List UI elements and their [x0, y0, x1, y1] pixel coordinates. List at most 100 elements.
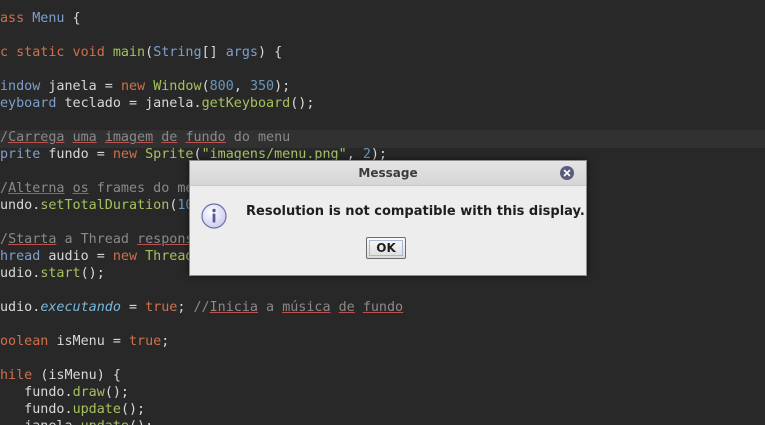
code-line: eyboard teclado = janela.getKeyboard();	[0, 95, 314, 112]
code-token: /	[0, 181, 9, 196]
code-token: ass	[0, 11, 33, 26]
code-token: fundo =	[48, 147, 113, 162]
code-token: getKeyboard	[201, 96, 291, 111]
code-token: fundo.	[0, 402, 73, 417]
code-token: ,	[233, 79, 250, 94]
code-token: hread	[0, 249, 49, 264]
code-token: args	[225, 45, 258, 60]
code-token: do menu	[225, 130, 291, 145]
code-token: new	[112, 147, 146, 162]
code-token: {	[64, 11, 81, 26]
code-token: indow	[0, 79, 49, 94]
code-line: janela.update();	[0, 418, 153, 425]
code-token: true	[129, 334, 162, 349]
code-token: []	[201, 45, 226, 60]
code-token: (isMenu) {	[40, 368, 121, 383]
code-token: os	[72, 181, 89, 196]
code-token: String	[153, 45, 202, 60]
dialog-titlebar[interactable]: Message	[190, 161, 586, 186]
code-token: udio.	[0, 300, 41, 315]
code-line: hread audio = new Thread();	[0, 248, 218, 265]
code-token: //	[193, 300, 210, 315]
screenshot-stage: ass Menu {c static void main(String[] ar…	[0, 0, 765, 425]
code-token: undo.	[0, 198, 41, 213]
code-token: draw	[72, 385, 105, 400]
code-token: c static void	[0, 45, 113, 60]
code-token: hile	[0, 368, 41, 383]
code-token: teclado = janela.	[64, 96, 202, 111]
code-token: Sprite	[145, 147, 194, 162]
code-token: prite	[0, 147, 49, 162]
code-token: ;	[161, 334, 170, 349]
ok-button[interactable]: OK	[366, 237, 406, 259]
code-token: /	[0, 232, 9, 247]
code-token: audio =	[48, 249, 113, 264]
code-token: udio.	[0, 266, 41, 281]
code-token: de	[338, 300, 355, 315]
code-token: fundo	[185, 130, 226, 145]
code-token: ) {	[258, 45, 283, 60]
code-token: Inicia	[209, 300, 258, 315]
code-token: executando	[40, 300, 121, 315]
code-token: update	[81, 419, 129, 425]
code-line: /Alterna os frames do menu	[0, 180, 210, 197]
code-token: Starta	[8, 232, 57, 247]
code-line: /Carrega uma imagem de fundo do menu	[0, 129, 290, 146]
code-token: janela.	[0, 419, 80, 425]
code-token: oolean	[0, 334, 57, 349]
code-token: fundo	[362, 300, 404, 315]
info-icon	[201, 203, 227, 229]
code-token: música	[282, 300, 331, 315]
dialog-title: Message	[358, 166, 418, 180]
code-token: ();	[80, 266, 105, 281]
code-token: ;	[177, 300, 194, 315]
code-line: oolean isMenu = true;	[0, 333, 169, 350]
code-token: fundo.	[0, 385, 73, 400]
code-token: main	[112, 45, 146, 60]
code-token: Thread	[145, 249, 194, 264]
code-token: ();	[104, 385, 129, 400]
code-line: fundo.draw();	[0, 384, 129, 401]
code-line: udio.executando = true; //Inicia a músic…	[0, 299, 403, 316]
code-token: update	[72, 402, 121, 417]
code-token: a	[258, 300, 283, 315]
code-token: (	[201, 79, 210, 94]
code-token: uma	[72, 130, 97, 145]
code-token: janela =	[48, 79, 121, 94]
code-token: new	[120, 79, 154, 94]
code-line: fundo.update();	[0, 401, 145, 418]
code-token: de	[161, 130, 178, 145]
code-token: Window	[153, 79, 202, 94]
code-token: setTotalDuration	[40, 198, 170, 213]
code-token: ();	[290, 96, 315, 111]
code-token: ();	[129, 419, 153, 425]
code-token: a Thread	[56, 232, 138, 247]
code-token: ();	[120, 402, 146, 417]
code-token: Menu	[32, 11, 65, 26]
code-line: ass Menu {	[0, 10, 81, 27]
dialog-message: Resolution is not compatible with this d…	[246, 204, 585, 219]
code-token: imagem	[104, 130, 154, 145]
code-token: /	[0, 130, 9, 145]
code-token: start	[40, 266, 81, 281]
message-dialog: Message Resolution is not compatible wit…	[189, 160, 587, 276]
code-token: new	[112, 249, 146, 264]
code-token: (	[145, 45, 154, 60]
code-token: Alterna	[8, 181, 65, 196]
code-line: indow janela = new Window(800, 350);	[0, 78, 290, 95]
close-icon[interactable]	[560, 166, 574, 180]
code-line: c static void main(String[] args) {	[0, 44, 282, 61]
code-token: Carrega	[8, 130, 65, 145]
code-token: );	[274, 79, 291, 94]
code-token: 800	[209, 79, 234, 94]
code-token: isMenu =	[56, 334, 129, 349]
code-token: =	[120, 300, 146, 315]
code-token: true	[145, 300, 178, 315]
code-token: eyboard	[0, 96, 65, 111]
code-line: udio.start();	[0, 265, 105, 282]
